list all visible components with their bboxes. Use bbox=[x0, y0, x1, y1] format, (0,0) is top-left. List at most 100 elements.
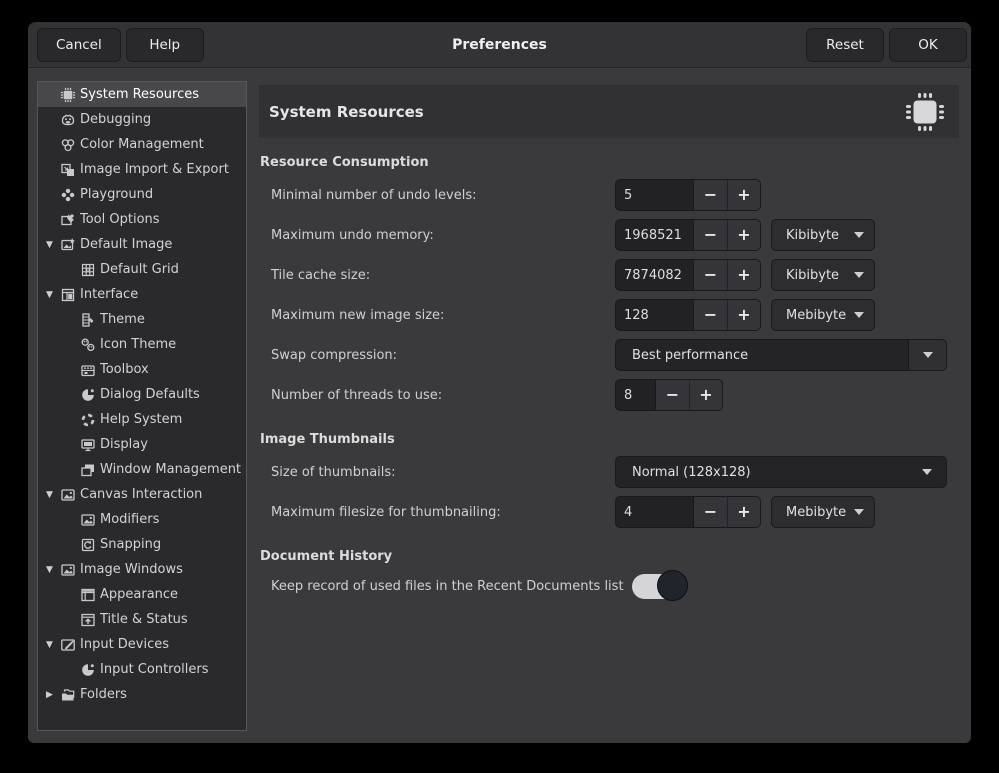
input-devices-icon bbox=[60, 637, 77, 653]
help-button[interactable]: Help bbox=[126, 28, 204, 62]
input-controllers-icon bbox=[80, 662, 97, 678]
sidebar-item-snapping[interactable]: Snapping bbox=[38, 532, 246, 557]
decrement-button[interactable]: − bbox=[693, 299, 727, 331]
snapping-icon bbox=[80, 537, 97, 553]
undo-memory-input[interactable] bbox=[615, 219, 693, 251]
tile-cache-row: Tile cache size: − + Kibibyte bbox=[259, 255, 959, 295]
help-system-icon bbox=[80, 412, 97, 428]
sidebar-item-label: Dialog Defaults bbox=[100, 387, 200, 402]
sidebar-item-label: Tool Options bbox=[80, 212, 160, 227]
debugging-icon bbox=[60, 112, 77, 128]
sidebar-item-label: System Resources bbox=[80, 87, 199, 102]
thumbnail-filesize-input[interactable] bbox=[615, 496, 693, 528]
increment-button[interactable]: + bbox=[689, 379, 723, 411]
sidebar-item-image-windows[interactable]: ▼ Image Windows bbox=[38, 557, 246, 582]
increment-button[interactable]: + bbox=[727, 299, 761, 331]
toolbox-icon bbox=[80, 362, 97, 378]
sidebar-item-tool-options[interactable]: Tool Options bbox=[38, 207, 246, 232]
undo-memory-label: Maximum undo memory: bbox=[259, 228, 615, 243]
expander-open-icon[interactable]: ▼ bbox=[44, 490, 60, 500]
expander-open-icon[interactable]: ▼ bbox=[44, 640, 60, 650]
system-resources-panel: System Resources Resource Consumption Mi… bbox=[259, 85, 959, 603]
expander-closed-icon[interactable]: ▶ bbox=[44, 690, 60, 700]
default-grid-icon bbox=[80, 262, 97, 278]
expander-open-icon[interactable]: ▼ bbox=[44, 565, 60, 575]
thumbnail-filesize-unit-dropdown[interactable]: Mebibyte bbox=[771, 496, 875, 528]
increment-button[interactable]: + bbox=[727, 496, 761, 528]
undo-levels-input[interactable] bbox=[615, 179, 693, 211]
undo-memory-unit-dropdown[interactable]: Kibibyte bbox=[771, 219, 875, 251]
sidebar-item-folders[interactable]: ▶ Folders bbox=[38, 682, 246, 707]
chevron-down-icon bbox=[923, 352, 933, 358]
unit-value: Kibibyte bbox=[786, 228, 854, 243]
sidebar-item-help-system[interactable]: Help System bbox=[38, 407, 246, 432]
recent-documents-label: Keep record of used files in the Recent … bbox=[259, 579, 624, 594]
sidebar-item-label: Color Management bbox=[80, 137, 204, 152]
sidebar-item-image-import-export[interactable]: Image Import & Export bbox=[38, 157, 246, 182]
sidebar-item-label: Theme bbox=[100, 312, 145, 327]
sidebar-item-label: Default Image bbox=[80, 237, 172, 252]
expander-open-icon[interactable]: ▼ bbox=[44, 290, 60, 300]
panel-header: System Resources bbox=[259, 85, 959, 138]
tile-cache-input[interactable] bbox=[615, 259, 693, 291]
sidebar-item-dialog-defaults[interactable]: Dialog Defaults bbox=[38, 382, 246, 407]
decrement-button[interactable]: − bbox=[693, 496, 727, 528]
tile-cache-unit-dropdown[interactable]: Kibibyte bbox=[771, 259, 875, 291]
recent-documents-toggle[interactable] bbox=[632, 574, 686, 599]
increment-button[interactable]: + bbox=[727, 259, 761, 291]
sidebar-item-label: Input Devices bbox=[80, 637, 169, 652]
sidebar-item-input-controllers[interactable]: Input Controllers bbox=[38, 657, 246, 682]
reset-button[interactable]: Reset bbox=[806, 28, 884, 62]
sidebar-item-canvas-interaction[interactable]: ▼ Canvas Interaction bbox=[38, 482, 246, 507]
sidebar-item-input-devices[interactable]: ▼ Input Devices bbox=[38, 632, 246, 657]
sidebar-item-system-resources[interactable]: System Resources bbox=[38, 82, 246, 107]
new-image-size-input[interactable] bbox=[615, 299, 693, 331]
decrement-button[interactable]: − bbox=[693, 179, 727, 211]
decrement-button[interactable]: − bbox=[693, 259, 727, 291]
threads-label: Number of threads to use: bbox=[259, 388, 615, 403]
recent-documents-row: Keep record of used files in the Recent … bbox=[259, 569, 959, 603]
decrement-button[interactable]: − bbox=[693, 219, 727, 251]
sidebar-item-debugging[interactable]: Debugging bbox=[38, 107, 246, 132]
sidebar-item-title-status[interactable]: Title & Status bbox=[38, 607, 246, 632]
new-image-size-row: Maximum new image size: − + Mebibyte bbox=[259, 295, 959, 335]
undo-memory-spinner: − + bbox=[615, 219, 761, 251]
thumbnail-size-label: Size of thumbnails: bbox=[259, 465, 615, 480]
threads-input[interactable] bbox=[615, 379, 655, 411]
sidebar-item-label: Input Controllers bbox=[100, 662, 209, 677]
sidebar-item-theme[interactable]: Theme bbox=[38, 307, 246, 332]
sidebar-item-color-management[interactable]: Color Management bbox=[38, 132, 246, 157]
sidebar-item-interface[interactable]: ▼ Interface bbox=[38, 282, 246, 307]
thumbnail-size-row: Size of thumbnails: Normal (128x128) bbox=[259, 452, 959, 492]
section-heading-resource-consumption: Resource Consumption bbox=[260, 155, 959, 171]
chevron-down-icon bbox=[922, 469, 932, 475]
sidebar-item-icon-theme[interactable]: Icon Theme bbox=[38, 332, 246, 357]
sidebar-item-default-grid[interactable]: Default Grid bbox=[38, 257, 246, 282]
sidebar-item-default-image[interactable]: ▼ Default Image bbox=[38, 232, 246, 257]
sidebar-item-label: Display bbox=[100, 437, 148, 452]
sidebar-item-label: Title & Status bbox=[100, 612, 188, 627]
increment-button[interactable]: + bbox=[727, 219, 761, 251]
sidebar-item-label: Image Import & Export bbox=[80, 162, 229, 177]
ok-button[interactable]: OK bbox=[889, 28, 967, 62]
increment-button[interactable]: + bbox=[727, 179, 761, 211]
sidebar-item-appearance[interactable]: Appearance bbox=[38, 582, 246, 607]
undo-levels-spinner: − + bbox=[615, 179, 761, 211]
dialog-defaults-icon bbox=[80, 387, 97, 403]
swap-compression-combo[interactable]: Best performance bbox=[615, 339, 947, 371]
cancel-button[interactable]: Cancel bbox=[37, 28, 121, 62]
thumbnail-size-combo[interactable]: Normal (128x128) bbox=[615, 456, 947, 488]
canvas-interaction-icon bbox=[60, 487, 77, 503]
expander-open-icon[interactable]: ▼ bbox=[44, 240, 60, 250]
cpu-chip-icon bbox=[903, 90, 947, 134]
sidebar-item-toolbox[interactable]: Toolbox bbox=[38, 357, 246, 382]
decrement-button[interactable]: − bbox=[655, 379, 689, 411]
sidebar-item-modifiers[interactable]: Modifiers bbox=[38, 507, 246, 532]
new-image-size-unit-dropdown[interactable]: Mebibyte bbox=[771, 299, 875, 331]
sidebar-item-window-management[interactable]: Window Management bbox=[38, 457, 246, 482]
sidebar-item-display[interactable]: Display bbox=[38, 432, 246, 457]
chevron-down-icon bbox=[854, 312, 864, 318]
swap-compression-label: Swap compression: bbox=[259, 348, 615, 363]
sidebar-item-playground[interactable]: Playground bbox=[38, 182, 246, 207]
image-windows-icon bbox=[60, 562, 77, 578]
